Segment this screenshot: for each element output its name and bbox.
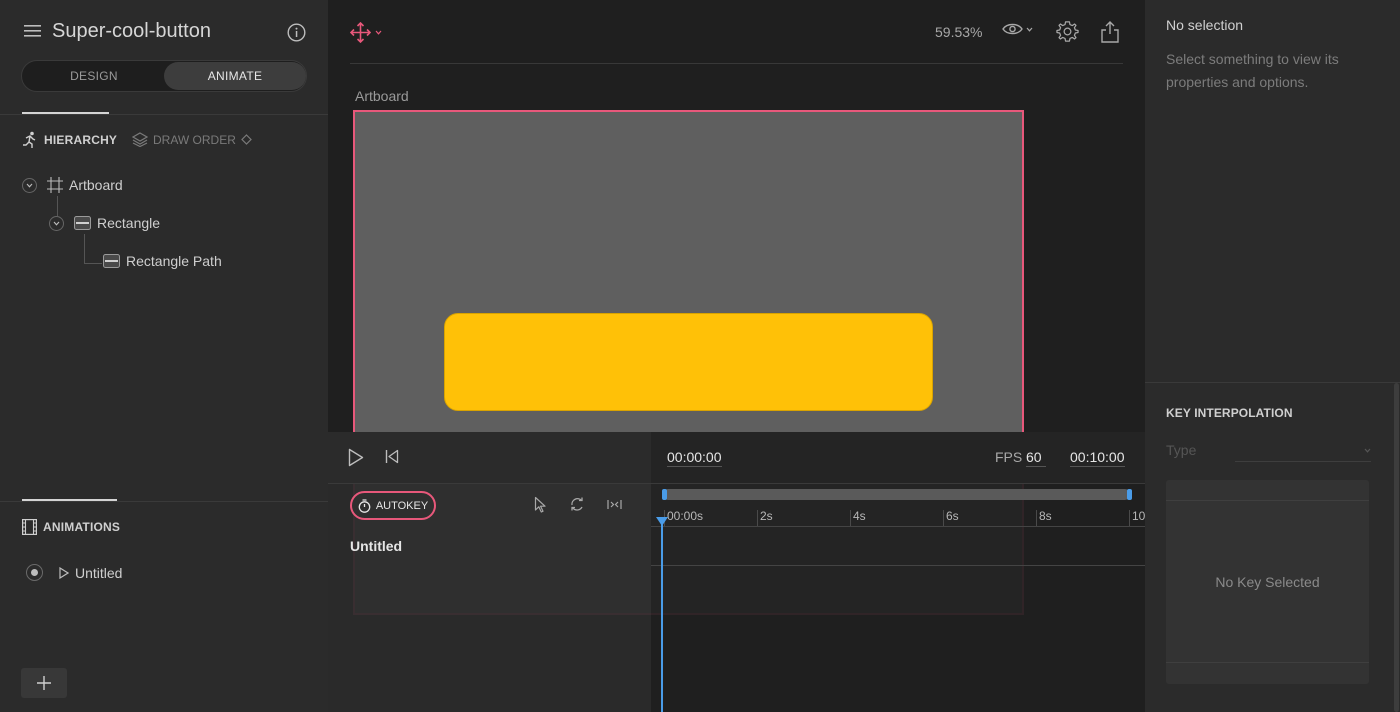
fit-timeline-icon[interactable] (607, 499, 622, 510)
hierarchy-tab[interactable]: HIERARCHY (22, 131, 117, 149)
playhead-handle[interactable] (656, 517, 668, 526)
cursor-icon[interactable] (534, 496, 547, 513)
tree-item-label: Artboard (69, 177, 123, 193)
visibility-tool[interactable] (1002, 22, 1033, 36)
tick-label: 6s (946, 509, 959, 523)
tree-item-rectangle-path[interactable]: Rectangle Path (103, 253, 222, 269)
tree-connector (84, 263, 102, 264)
tick-mark (1129, 510, 1130, 526)
tick-label: 2s (760, 509, 773, 523)
chevron-down-icon (1026, 27, 1033, 32)
timeline-divider (328, 483, 1145, 484)
properties-scrollbar[interactable] (1394, 383, 1399, 712)
no-key-selected-label: No Key Selected (1215, 574, 1320, 590)
no-selection-hint: Select something to view its properties … (1166, 51, 1339, 90)
tick-mark (1036, 510, 1037, 526)
gear-icon[interactable] (1056, 20, 1079, 43)
properties-panel: No selection Select something to view it… (1145, 0, 1400, 712)
tab-design[interactable]: DESIGN (23, 62, 165, 90)
mode-toggle: DESIGN ANIMATE (21, 60, 307, 92)
artboard-label[interactable]: Artboard (355, 88, 409, 104)
no-selection-title: No selection (1166, 17, 1244, 33)
curve-editor-guide (1166, 662, 1369, 663)
skip-to-start-icon[interactable] (385, 449, 399, 464)
path-icon (103, 254, 120, 268)
chevron-down-icon (1364, 448, 1371, 453)
fps-field[interactable]: 60 (1026, 449, 1046, 467)
properties-divider (1145, 382, 1400, 383)
range-start-handle[interactable] (662, 489, 667, 500)
autokey-label: AUTOKEY (375, 499, 429, 512)
animations-divider (0, 501, 328, 502)
diamond-icon (241, 134, 252, 145)
move-tool[interactable] (350, 22, 382, 43)
left-panel: Super-cool-button DESIGN ANIMATE HIERARC… (0, 0, 328, 712)
chevron-down-icon[interactable] (22, 177, 37, 193)
rectangle-shape[interactable] (444, 313, 933, 411)
active-animation-radio[interactable] (26, 564, 43, 581)
zoom-level[interactable]: 59.53% (935, 24, 982, 40)
shape-icon (74, 216, 91, 230)
interpolation-type-select[interactable] (1235, 440, 1371, 462)
tick-label: 4s (853, 509, 866, 523)
playhead-line (661, 517, 663, 712)
artboard-icon (47, 177, 63, 193)
interpolation-type-label: Type (1166, 442, 1197, 458)
tab-animate[interactable]: ANIMATE (164, 62, 306, 90)
ruler-baseline (651, 526, 1145, 527)
play-icon[interactable] (348, 448, 364, 467)
layers-icon (132, 132, 148, 147)
hierarchy-divider (0, 114, 328, 115)
tick-label: 00:00s (667, 509, 704, 523)
add-animation-button[interactable] (21, 668, 67, 698)
key-interpolation-header: KEY INTERPOLATION (1166, 406, 1293, 420)
menu-icon[interactable] (24, 24, 41, 38)
loop-icon[interactable] (569, 496, 585, 512)
file-title[interactable]: Super-cool-button (52, 20, 211, 43)
tick-label: 10 (1132, 509, 1146, 523)
draw-order-label: DRAW ORDER (153, 132, 236, 147)
tick-mark (850, 510, 851, 526)
chevron-down-icon (375, 30, 382, 35)
tick-label: 8s (1039, 509, 1052, 523)
duration-field[interactable]: 00:10:00 (1070, 449, 1125, 467)
tree-connector (57, 196, 58, 216)
current-time-field[interactable]: 00:00:00 (667, 449, 722, 467)
timeline-tracks (651, 484, 1145, 712)
tree-item-artboard[interactable]: Artboard (22, 177, 123, 193)
draw-order-tab[interactable]: DRAW ORDER (132, 132, 252, 147)
running-figure-icon (22, 131, 38, 149)
eye-icon (1002, 22, 1023, 36)
curve-editor-guide (1166, 500, 1369, 501)
tree-item-rectangle[interactable]: Rectangle (49, 215, 160, 231)
chevron-down-icon[interactable] (49, 215, 64, 231)
info-icon[interactable] (287, 23, 306, 42)
stage-area: 59.53% Artboard 00:00:00 FPS 60 00:10:00… (328, 0, 1145, 712)
play-icon[interactable] (59, 566, 69, 579)
animation-item-untitled[interactable]: Untitled (26, 564, 122, 581)
move-icon (350, 22, 371, 43)
work-area-range-bar[interactable] (663, 489, 1130, 500)
interpolation-curve-editor[interactable]: No Key Selected (1166, 480, 1369, 684)
tree-item-label: Rectangle (97, 215, 161, 231)
autokey-button[interactable]: AUTOKEY (350, 491, 436, 520)
track-row-divider (651, 565, 1145, 566)
fps-label: FPS (995, 449, 1023, 465)
plus-icon (37, 676, 51, 690)
range-end-handle[interactable] (1127, 489, 1132, 500)
tick-mark (757, 510, 758, 526)
tree-connector (84, 234, 85, 263)
animation-item-label: Untitled (75, 564, 123, 581)
hierarchy-label: HIERARCHY (44, 133, 118, 147)
stopwatch-icon (358, 498, 371, 513)
export-icon[interactable] (1100, 20, 1120, 43)
timeline-controls (328, 432, 651, 484)
timeline-animation-name[interactable]: Untitled (350, 538, 402, 554)
film-icon (22, 519, 37, 535)
tree-item-label: Rectangle Path (126, 253, 222, 269)
toolbar-divider (350, 63, 1123, 64)
animations-label: ANIMATIONS (43, 520, 121, 534)
animations-header: ANIMATIONS (22, 519, 120, 535)
tick-mark (943, 510, 944, 526)
